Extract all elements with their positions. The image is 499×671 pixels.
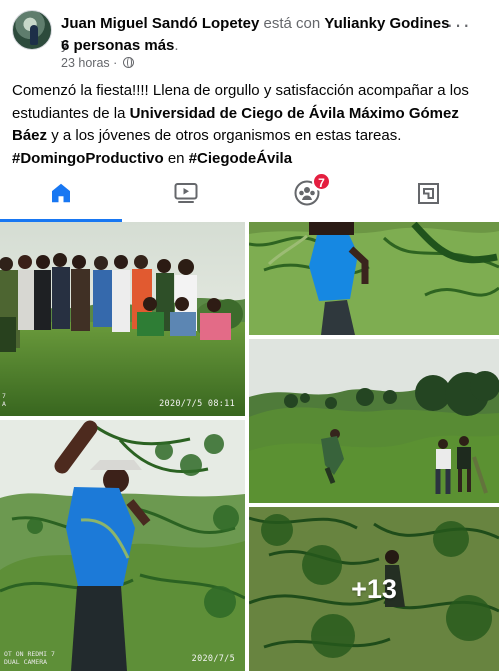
- tab-watch[interactable]: [125, 164, 247, 222]
- cutting-branches-photo-image: [0, 420, 245, 671]
- groups-notification-badge: 7: [312, 172, 331, 191]
- photo-side-mark: 7A: [2, 392, 6, 408]
- photo-timestamp-1: 2020/7/5 08:11: [159, 399, 235, 409]
- post-meta: 23 horas ·: [61, 55, 134, 71]
- photo-man-in-blue-shirt[interactable]: [249, 222, 499, 335]
- video-icon: [174, 183, 198, 203]
- blue-shirt-photo-image: [249, 222, 499, 335]
- post-text-part2: y a los jóvenes de otros organismos en e…: [47, 127, 402, 144]
- photo-workers-in-field[interactable]: [249, 339, 499, 503]
- photo-more-images[interactable]: +13: [249, 507, 499, 671]
- field-workers-photo-image: [249, 339, 499, 503]
- gaming-icon: [417, 182, 439, 204]
- more-photos-count: +13: [249, 507, 499, 671]
- post-time[interactable]: 23 horas: [61, 56, 110, 70]
- more-icon[interactable]: ···: [446, 14, 471, 36]
- meta-separator: ·: [113, 56, 118, 70]
- with-text: está con: [263, 15, 321, 32]
- photo-timestamp-3: 2020/7/5: [191, 654, 235, 664]
- tagged-person[interactable]: Yulianky Godines: [324, 15, 449, 32]
- header-period: .: [174, 37, 179, 54]
- others-link[interactable]: 6 personas más: [61, 37, 174, 54]
- group-photo-image: [0, 222, 245, 416]
- photo-gallery: 7A 2020/7/5 08:11 OT ON REDMI 7 DUAL CAM…: [0, 222, 499, 671]
- tab-gaming[interactable]: [367, 164, 489, 222]
- post-header: Juan Miguel Sandó Lopetey está con Yulia…: [0, 0, 499, 72]
- home-icon: [52, 183, 70, 203]
- post-text: Comenzó la fiesta!!!! Llena de orgullo y…: [12, 80, 486, 170]
- post-others-line: 6 personas más.: [61, 35, 179, 56]
- tab-groups[interactable]: 7: [246, 164, 368, 222]
- photo-group-of-students[interactable]: 7A 2020/7/5 08:11: [0, 222, 245, 416]
- globe-icon: [122, 57, 134, 68]
- author-name[interactable]: Juan Miguel Sandó Lopetey: [61, 15, 259, 32]
- camera-watermark: OT ON REDMI 7 DUAL CAMERA: [4, 650, 55, 666]
- bottom-navigation: 7: [0, 164, 499, 222]
- author-avatar[interactable]: [12, 10, 52, 50]
- photo-man-cutting-branches[interactable]: OT ON REDMI 7 DUAL CAMERA 2020/7/5: [0, 420, 245, 671]
- tab-home[interactable]: [0, 164, 122, 222]
